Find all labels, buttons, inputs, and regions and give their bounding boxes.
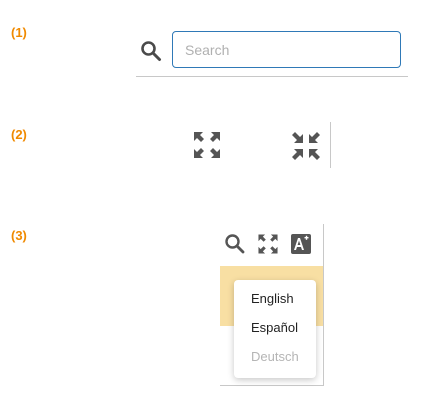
- language-icon[interactable]: [290, 233, 312, 255]
- fullscreen-collapse-icon[interactable]: [290, 130, 322, 162]
- fullscreen-expand-icon[interactable]: [192, 130, 222, 160]
- step-label-3: (3): [11, 228, 27, 243]
- search-icon[interactable]: [224, 233, 246, 255]
- language-dropdown-menu: English Español Deutsch: [234, 280, 316, 378]
- search-bar: [136, 30, 408, 77]
- step-label-2: (2): [11, 127, 27, 142]
- search-icon[interactable]: [140, 40, 162, 62]
- language-option-german: Deutsch: [251, 349, 299, 364]
- step-label-1: (1): [11, 25, 27, 40]
- language-option-spanish[interactable]: Español: [251, 320, 298, 336]
- language-option-english[interactable]: English: [251, 291, 294, 307]
- search-input[interactable]: [172, 31, 401, 68]
- toolbar-divider: [330, 122, 331, 168]
- toolbar-panel: English Español Deutsch: [220, 224, 324, 386]
- fullscreen-expand-icon[interactable]: [257, 233, 279, 255]
